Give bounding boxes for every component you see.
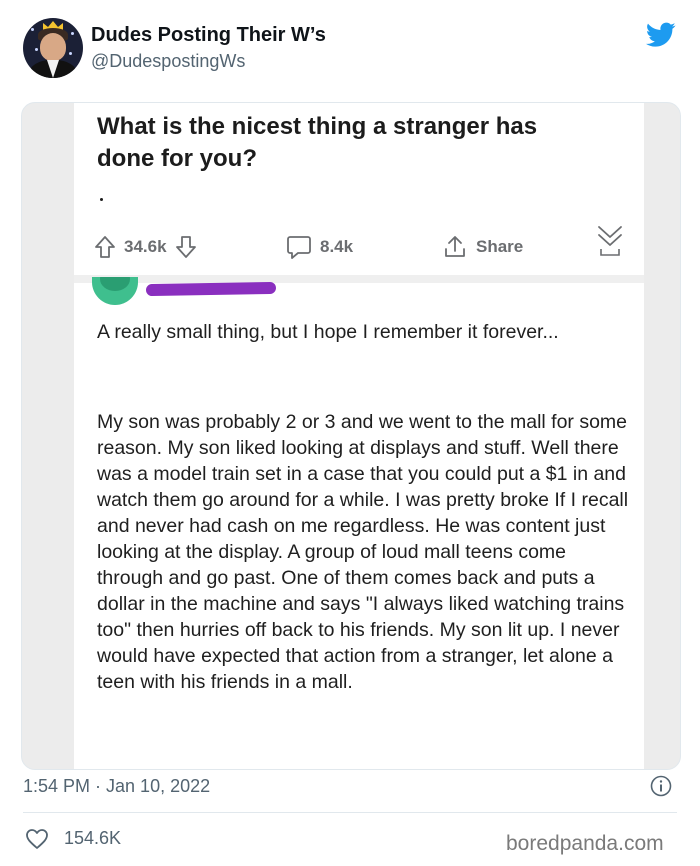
post-actions: 34.6k 8.4k Share xyxy=(22,226,680,267)
comment-lead: A really small thing, but I hope I remem… xyxy=(97,321,559,343)
watermark: boredpanda.com xyxy=(506,832,664,855)
author-avatar[interactable] xyxy=(23,18,83,78)
post-question: What is the nicest thing a stranger has … xyxy=(97,113,538,172)
share-label: Share xyxy=(476,237,524,256)
bullet-dot xyxy=(100,198,103,201)
embedded-screenshot[interactable]: What is the nicest thing a stranger has … xyxy=(21,102,681,770)
author-handle[interactable]: @DudespostingWs xyxy=(91,51,245,72)
share-icon xyxy=(445,236,465,257)
heart-icon[interactable] xyxy=(25,828,49,850)
downvote-arrow-icon xyxy=(175,236,196,258)
collapse-chevron-icon xyxy=(598,226,622,256)
redacted-username xyxy=(145,281,277,297)
info-icon[interactable] xyxy=(650,775,672,797)
upvote-arrow-icon xyxy=(95,236,115,258)
post-divider xyxy=(74,275,644,283)
vote-group: 34.6k xyxy=(94,227,197,267)
upvote-count: 34.6k xyxy=(124,237,167,256)
like-count[interactable]: 154.6K xyxy=(64,828,121,849)
footer-divider xyxy=(23,812,677,813)
comment-button: 8.4k xyxy=(286,227,353,267)
share-button: Share xyxy=(442,227,523,267)
comment-body: My son was probably 2 or 3 and we went t… xyxy=(97,411,629,693)
comment-icon xyxy=(287,236,311,259)
comment-count: 8.4k xyxy=(320,237,354,256)
author-display-name[interactable]: Dudes Posting Their W’s xyxy=(91,24,326,47)
twitter-bird-icon[interactable] xyxy=(646,22,676,48)
tweet-timestamp[interactable]: 1:54 PM · Jan 10, 2022 xyxy=(23,776,210,797)
